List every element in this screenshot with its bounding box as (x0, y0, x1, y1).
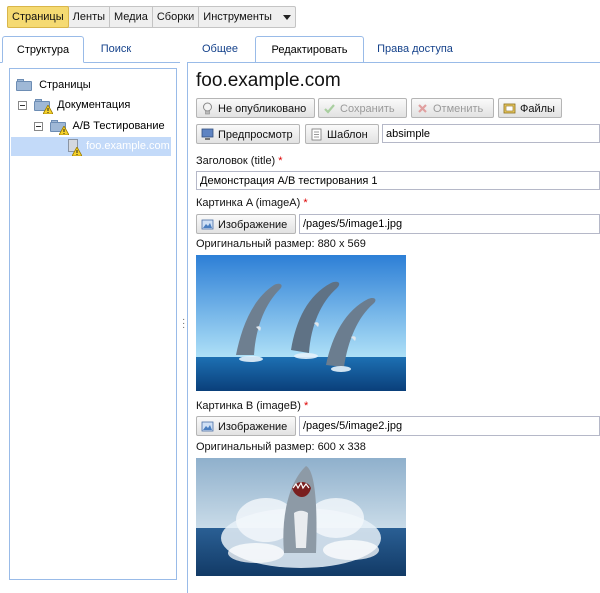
tab-permissions[interactable]: Права доступа (368, 36, 462, 62)
tree-item-label: Документация (57, 99, 131, 111)
save-button[interactable]: Сохранить (318, 98, 407, 118)
warning-icon (72, 147, 82, 157)
warning-icon (43, 105, 54, 115)
required-mark: * (278, 155, 283, 167)
imageB-field-label: Картинка B (imageB) * (196, 400, 308, 412)
imageA-path-input[interactable]: /pages/5/image1.jpg (299, 214, 600, 234)
imageB-preview (196, 458, 406, 576)
save-label: Сохранить (340, 103, 395, 115)
files-button[interactable]: Файлы (498, 98, 562, 118)
tree-item-pages[interactable]: Страницы (16, 76, 91, 95)
tree-item-ab-testing[interactable]: A/B Тестирование (34, 117, 165, 136)
monitor-icon (201, 128, 214, 140)
required-mark: * (303, 197, 308, 209)
page-title: foo.example.com (196, 70, 341, 91)
template-icon (311, 128, 322, 141)
preview-button[interactable]: Предпросмотр (196, 124, 300, 144)
title-input[interactable]: Демонстрация A/B тестирования 1 (196, 171, 600, 190)
dropdown-arrow-icon (282, 14, 291, 20)
imageA-preview (196, 255, 406, 391)
files-icon (503, 103, 516, 114)
nav-media[interactable]: Медиа (110, 7, 153, 27)
page-icon (67, 139, 82, 157)
cancel-icon (418, 104, 427, 113)
tree-item-label: Страницы (39, 79, 91, 91)
nav-builds[interactable]: Сборки (153, 7, 200, 27)
folder-icon (50, 120, 70, 136)
tree-item-foo-example[interactable]: foo.example.com (11, 137, 171, 157)
tree-item-label: A/B Тестирование (72, 120, 165, 132)
required-mark: * (303, 400, 309, 412)
nav-tools[interactable]: Инструменты (199, 7, 295, 27)
nav-pages[interactable]: Страницы (7, 6, 69, 28)
imageB-select-button[interactable]: Изображение (196, 416, 296, 436)
files-label: Файлы (520, 103, 555, 115)
imageA-label-text: Картинка A (imageA) (196, 197, 301, 209)
cancel-button[interactable]: Отменить (411, 98, 494, 118)
top-navigation: Страницы Ленты Медиа Сборки Инструменты (7, 6, 296, 28)
tree-item-label: foo.example.com (86, 140, 170, 152)
preview-label: Предпросмотр (218, 129, 293, 141)
tree-item-docs[interactable]: Документация (18, 96, 130, 115)
collapse-icon[interactable] (18, 100, 27, 110)
imageA-field-label: Картинка A (imageA) * (196, 197, 308, 209)
title-field-label: Заголовок (title) * (196, 155, 283, 167)
nav-feeds[interactable]: Ленты (69, 7, 111, 27)
tab-structure[interactable]: Структура (2, 36, 84, 63)
imageB-path-input[interactable]: /pages/5/image2.jpg (299, 416, 600, 436)
imageA-button-label: Изображение (218, 219, 288, 231)
folder-icon (34, 99, 54, 115)
cancel-label: Отменить (433, 103, 484, 115)
imageB-button-label: Изображение (218, 421, 288, 433)
template-field[interactable]: absimple (382, 124, 600, 143)
image-icon (201, 421, 214, 432)
publish-status-button[interactable]: Не опубликовано (196, 98, 315, 118)
collapse-icon[interactable] (34, 121, 43, 131)
folder-icon (16, 79, 32, 92)
image-icon (201, 219, 214, 230)
warning-icon (59, 126, 70, 136)
bulb-icon (203, 102, 212, 115)
check-icon (324, 104, 335, 114)
nav-tools-label: Инструменты (203, 11, 272, 23)
template-button[interactable]: Шаблон (305, 124, 379, 144)
template-label: Шаблон (327, 129, 368, 141)
tab-general[interactable]: Общее (190, 36, 250, 62)
tab-search[interactable]: Поиск (86, 36, 146, 62)
imageB-original-size: Оригинальный размер: 600 x 338 (196, 441, 366, 453)
title-label-text: Заголовок (title) (196, 155, 276, 167)
imageB-label-text: Картинка B (imageB) (196, 400, 301, 412)
imageA-original-size: Оригинальный размер: 880 x 569 (196, 238, 366, 250)
panel-splitter[interactable]: · · · (182, 315, 185, 333)
publish-status-label: Не опубликовано (218, 103, 307, 115)
imageA-select-button[interactable]: Изображение (196, 214, 296, 234)
tab-edit[interactable]: Редактировать (255, 36, 364, 63)
